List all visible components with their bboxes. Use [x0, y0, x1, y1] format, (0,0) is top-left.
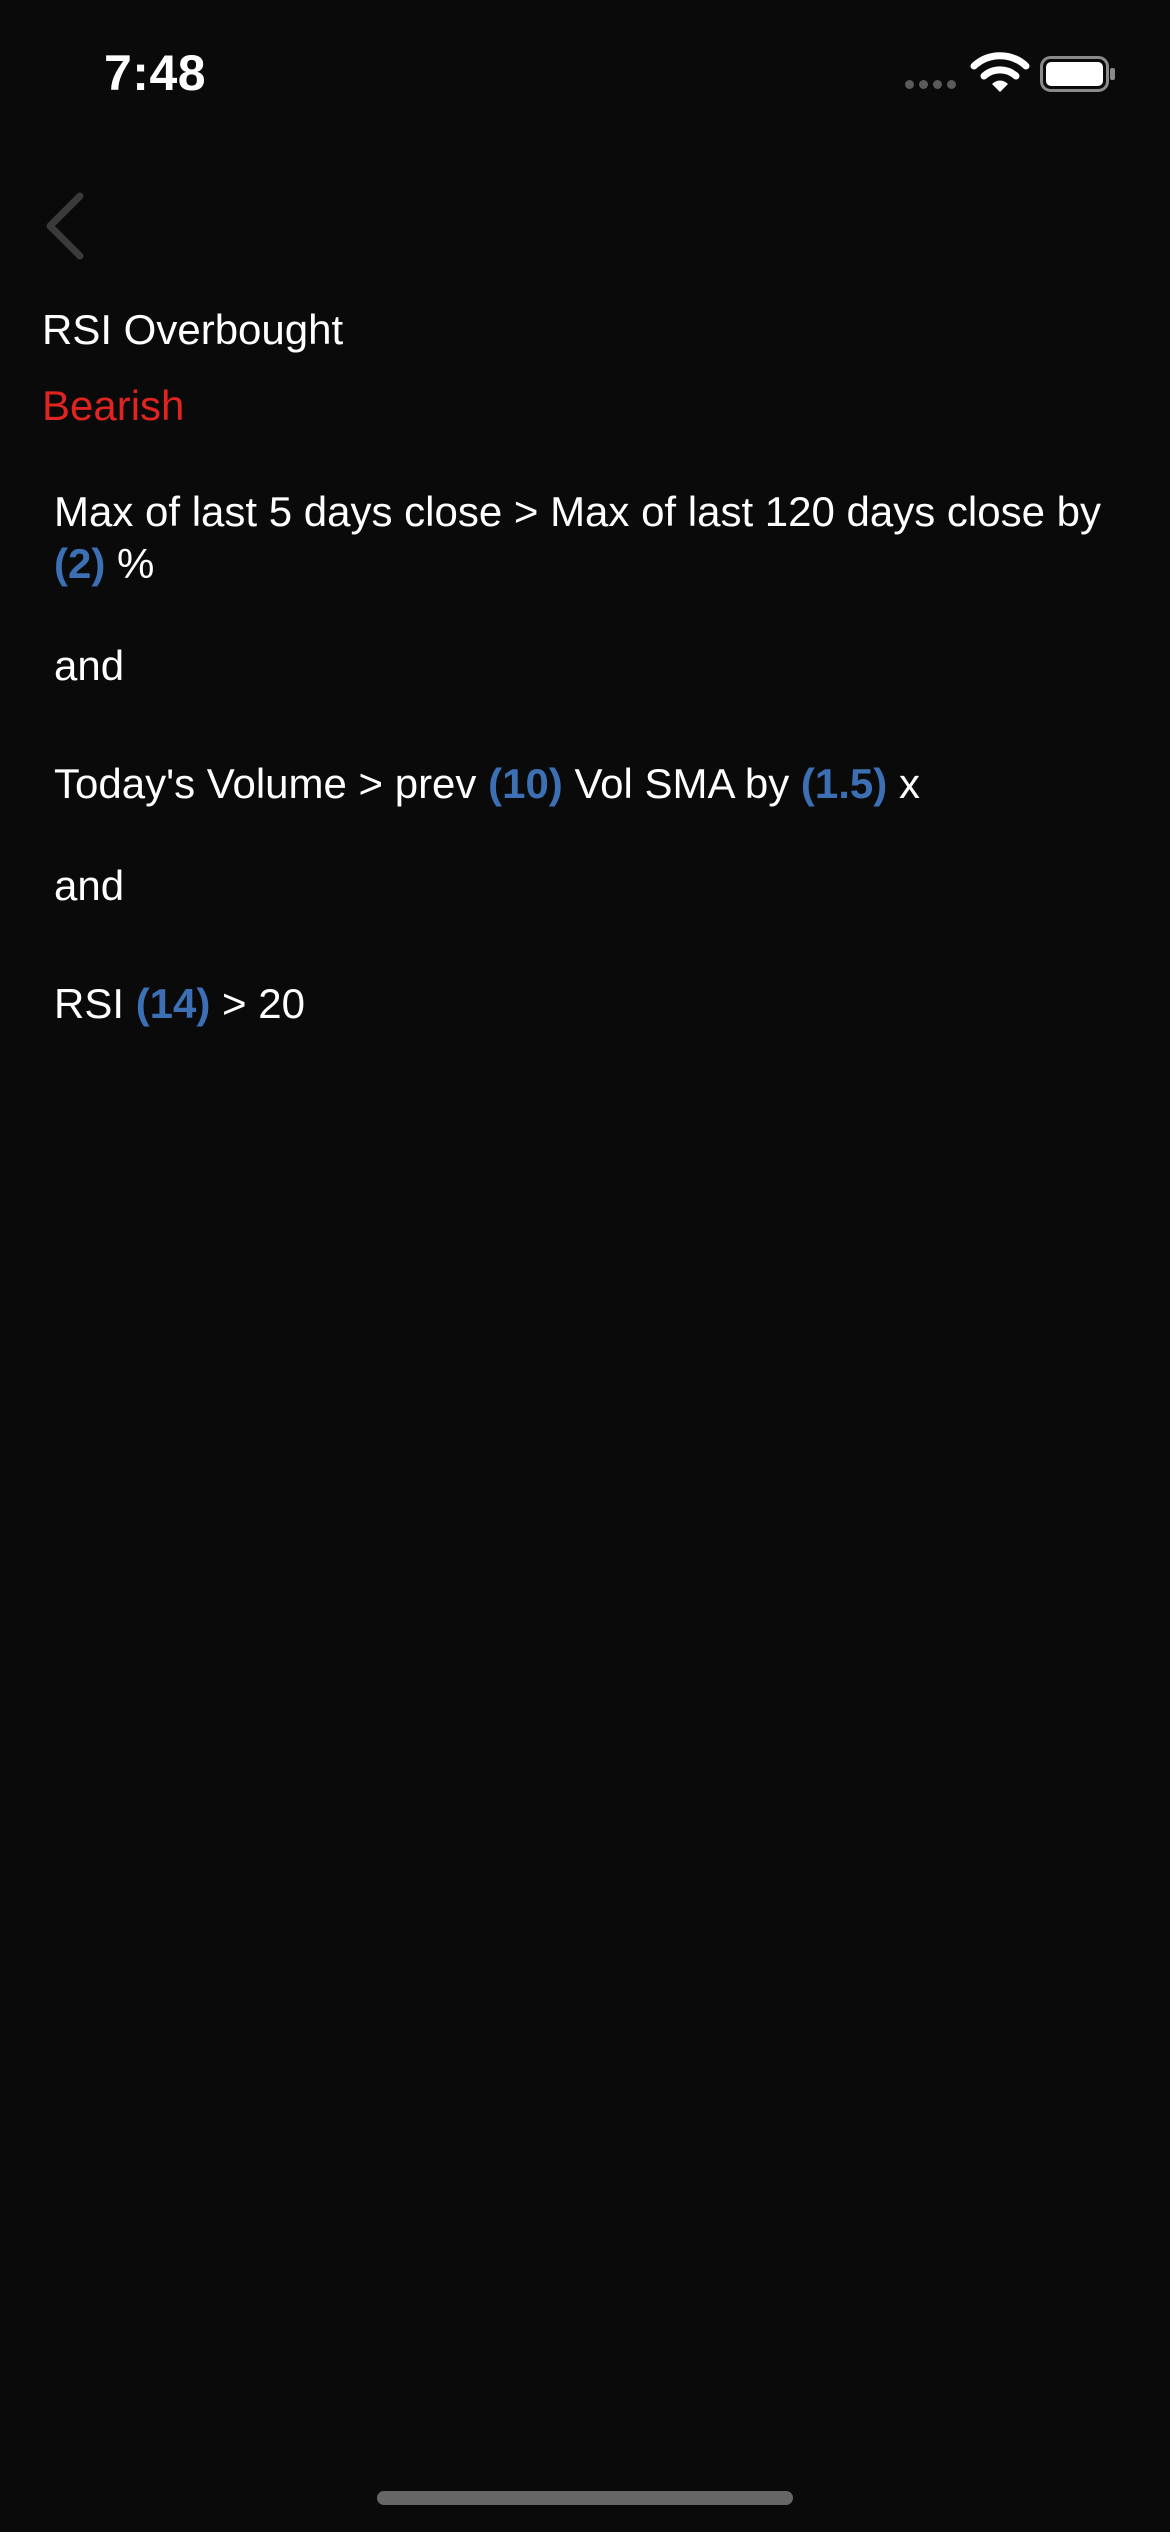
param-value[interactable]: (10): [488, 760, 563, 807]
condition-text: Max of last 5 days close > Max of last 1…: [54, 488, 1102, 535]
condition-text: Vol SMA by: [562, 760, 801, 807]
conditions-list: Max of last 5 days close > Max of last 1…: [54, 486, 1134, 1030]
back-button[interactable]: [40, 190, 92, 262]
condition-text: > 20: [210, 980, 305, 1027]
param-value[interactable]: (14): [136, 980, 211, 1027]
condition-text: Today's Volume > prev: [54, 760, 489, 807]
signal-dots-icon: [905, 80, 956, 89]
status-time: 7:48: [104, 45, 207, 101]
condition-volume: Today's Volume > prev (10) Vol SMA by (1…: [54, 758, 1134, 810]
param-value[interactable]: (2): [54, 540, 105, 587]
connector-and: and: [54, 862, 125, 909]
condition-rsi: RSI (14) > 20: [54, 978, 1134, 1030]
condition-text: %: [105, 540, 155, 587]
battery-icon: [1040, 56, 1115, 92]
condition-max-close: Max of last 5 days close > Max of last 1…: [54, 486, 1134, 590]
param-value[interactable]: (1.5): [801, 760, 887, 807]
home-indicator: [377, 2491, 793, 2505]
condition-text: RSI: [54, 980, 136, 1027]
status-bar: 7:48: [0, 0, 1170, 150]
sentiment-label: Bearish: [42, 382, 185, 429]
connector-and: and: [54, 642, 125, 689]
screener-title: RSI Overbought: [42, 306, 344, 353]
wifi-icon: [970, 52, 1030, 92]
chevron-left-icon: [46, 192, 84, 260]
condition-text: x: [887, 760, 920, 807]
